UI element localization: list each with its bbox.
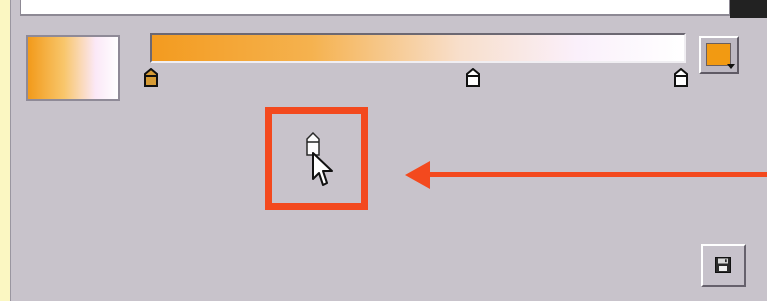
gradient-bar[interactable] bbox=[150, 33, 686, 63]
gradient-stop-icon bbox=[674, 68, 688, 87]
gradient-preview-swatch bbox=[26, 35, 120, 101]
floppy-disk-icon bbox=[715, 257, 731, 273]
stop-color-picker-button[interactable] bbox=[699, 36, 739, 74]
callout-arrow-head bbox=[405, 161, 430, 189]
gradient-stop-end[interactable] bbox=[674, 68, 688, 87]
save-button[interactable] bbox=[701, 244, 746, 287]
highlight-box bbox=[265, 107, 368, 210]
stop-color-swatch bbox=[706, 43, 731, 66]
gradient-stop-orange[interactable] bbox=[144, 68, 158, 87]
window-edge bbox=[730, 0, 767, 18]
gradient-stop-icon bbox=[144, 68, 158, 87]
gradient-stop-icon bbox=[466, 68, 480, 87]
gradient-stop-middle[interactable] bbox=[466, 68, 480, 87]
callout-arrow-line bbox=[428, 172, 767, 177]
chevron-down-icon bbox=[727, 64, 735, 69]
top-input-strip bbox=[20, 0, 730, 16]
